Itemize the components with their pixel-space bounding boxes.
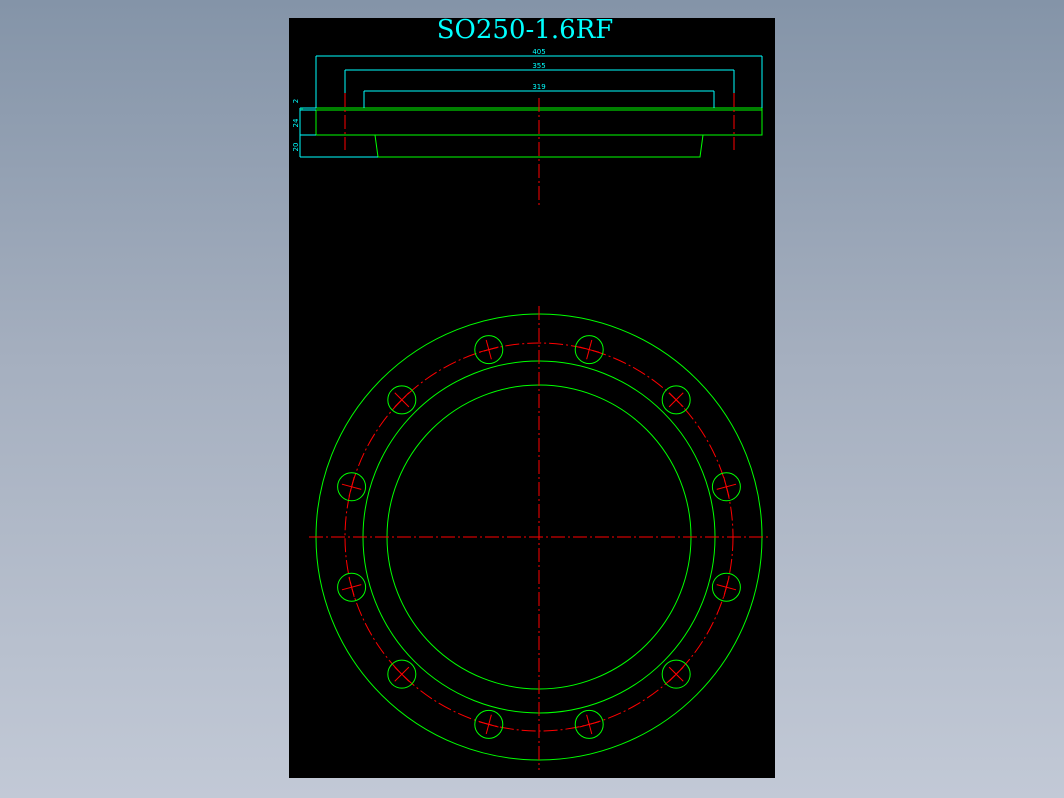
bolt-hole: [337, 472, 367, 502]
front-view: [309, 306, 769, 770]
dimension-2-label: 2: [292, 99, 300, 103]
drawing-title: SO250-1.6RF: [437, 15, 614, 45]
dimension-20-label: 20: [292, 143, 300, 152]
dimension-355-label: 355: [532, 62, 545, 70]
bolt-hole: [574, 709, 604, 739]
bolt-hole: [574, 335, 604, 365]
dimension-405-label: 405: [532, 48, 545, 56]
bolt-hole: [711, 472, 741, 502]
bolt-hole: [474, 709, 504, 739]
bolt-hole: [661, 659, 691, 689]
bolt-hole: [661, 385, 691, 415]
dimension-24-label: 24: [292, 118, 300, 127]
bolt-hole: [474, 335, 504, 365]
bolt-hole: [337, 572, 367, 602]
bolt-hole: [387, 385, 417, 415]
bolt-hole: [711, 572, 741, 602]
dimension-319-label: 319: [532, 83, 545, 91]
bolt-hole: [387, 659, 417, 689]
side-view: 405 355 319 2 24 20: [292, 48, 763, 205]
flange-drawing: SO250-1.6RF 405 355 319 2 24 20: [292, 15, 769, 770]
